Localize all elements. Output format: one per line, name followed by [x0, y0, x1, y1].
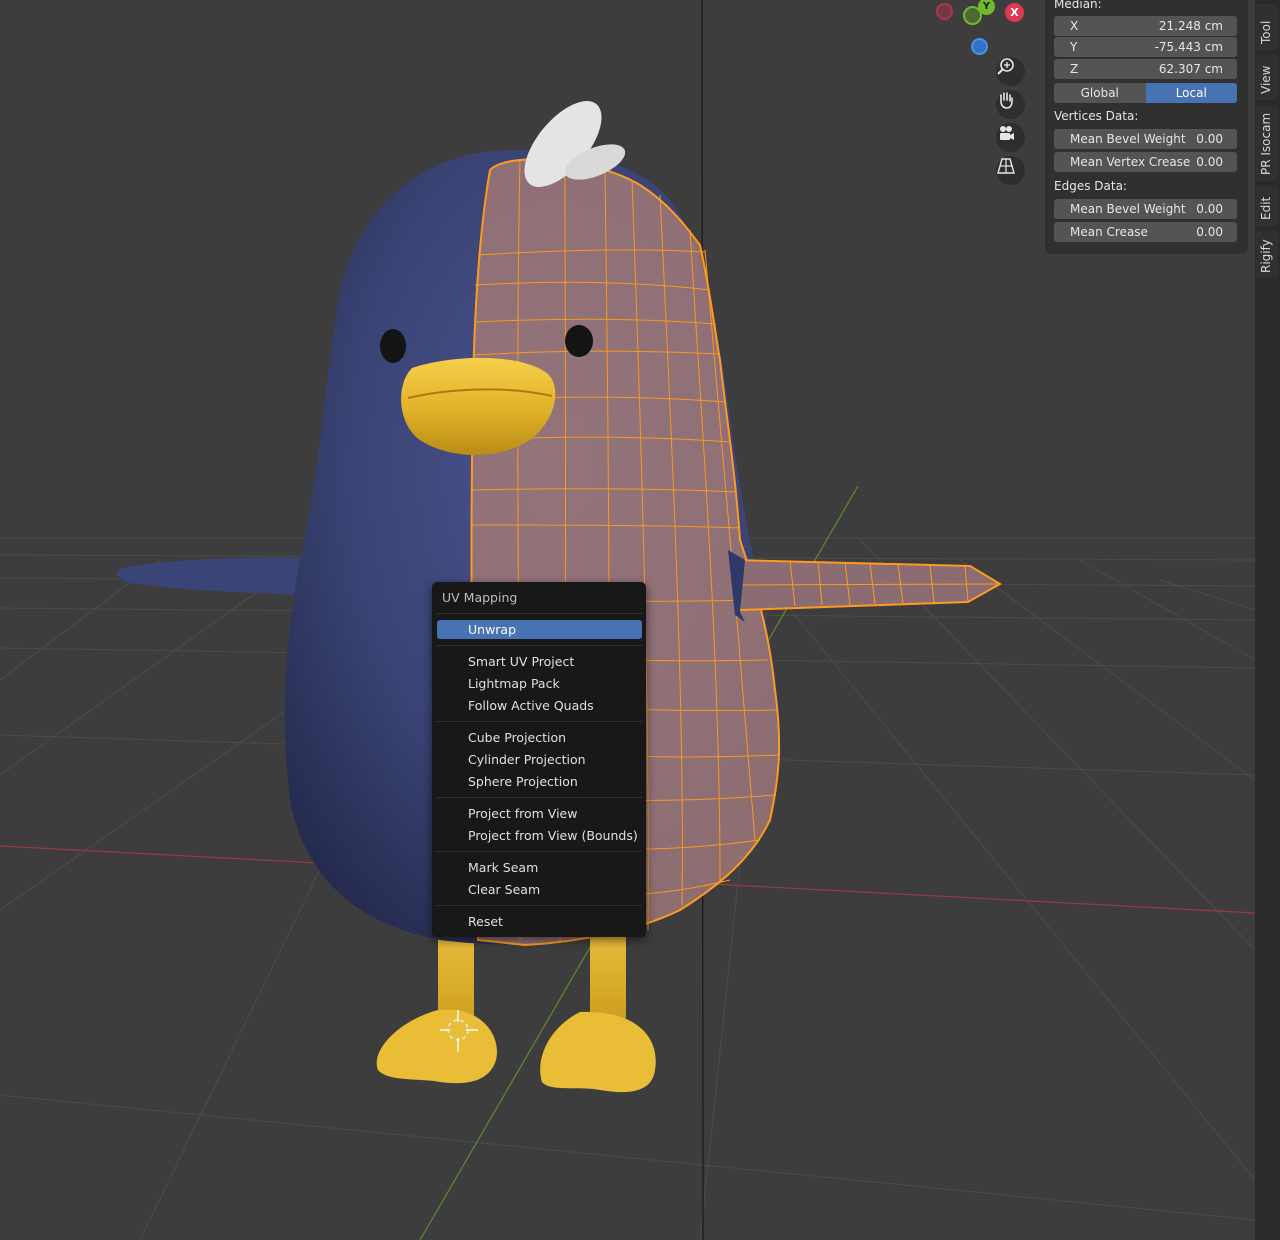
pan-button[interactable]	[996, 90, 1025, 119]
edge-crease-field[interactable]: Mean Crease 0.00	[1054, 222, 1237, 242]
tab-tool[interactable]: Tool	[1256, 4, 1278, 50]
vertex-crease-field[interactable]: Mean Vertex Crease 0.00	[1054, 152, 1237, 172]
space-toggle: Global Local	[1054, 83, 1237, 103]
tab-edit-label: Edit	[1259, 196, 1273, 220]
right-wing-mesh	[728, 550, 1002, 622]
menu-divider	[436, 797, 642, 798]
tab-edit[interactable]: Edit	[1256, 186, 1278, 226]
zoom-icon	[997, 58, 1014, 75]
menu-item-reset[interactable]: Reset	[437, 912, 642, 931]
median-x-value: 21.248 cm	[1158, 19, 1223, 33]
uv-mapping-menu: UV Mapping Unwrap Smart UV Project Light…	[432, 582, 646, 937]
median-z-value: 62.307 cm	[1158, 62, 1223, 76]
vertices-data-heading: Vertices Data:	[1054, 109, 1139, 123]
gizmo-z-axis[interactable]	[971, 38, 988, 55]
median-y-value: -75.443 cm	[1154, 40, 1223, 54]
edge-crease-label: Mean Crease	[1070, 225, 1148, 239]
edge-crease-value: 0.00	[1196, 225, 1223, 239]
edges-data-heading: Edges Data:	[1054, 179, 1127, 193]
gizmo-x-axis[interactable]: X	[1005, 3, 1024, 22]
tab-view[interactable]: View	[1256, 55, 1278, 100]
tab-view-label: View	[1259, 65, 1273, 94]
menu-item-smart-uv-project[interactable]: Smart UV Project	[437, 652, 642, 671]
vertex-bevel-weight-field[interactable]: Mean Bevel Weight 0.00	[1054, 129, 1237, 149]
menu-divider	[436, 851, 642, 852]
median-x-label: X	[1070, 19, 1079, 33]
tab-tool-label: Tool	[1259, 20, 1273, 44]
tab-rigify[interactable]: Rigify	[1256, 231, 1278, 279]
median-y-field[interactable]: Y -75.443 cm	[1054, 37, 1237, 57]
penguin-left-wing	[116, 557, 313, 596]
penguin-eye-right	[565, 325, 593, 357]
vertex-bevel-weight-value: 0.00	[1196, 132, 1223, 146]
perspective-toggle-button[interactable]	[996, 156, 1025, 185]
menu-divider	[436, 905, 642, 906]
tab-pr-isocam[interactable]: PR Isocam	[1256, 105, 1278, 181]
tab-pr-isocam-label: PR Isocam	[1259, 112, 1273, 175]
menu-divider	[436, 721, 642, 722]
menu-divider	[436, 613, 642, 614]
hand-pan-icon	[1000, 92, 1013, 109]
median-heading: Median:	[1054, 0, 1102, 11]
menu-item-follow-active-quads[interactable]: Follow Active Quads	[437, 696, 642, 715]
median-x-field[interactable]: X 21.248 cm	[1054, 16, 1237, 36]
camera-view-button[interactable]	[996, 123, 1025, 152]
penguin-eye-left	[380, 329, 406, 363]
menu-item-cube-projection[interactable]: Cube Projection	[437, 728, 642, 747]
zoom-button[interactable]	[996, 57, 1025, 86]
menu-item-lightmap-pack[interactable]: Lightmap Pack	[437, 674, 642, 693]
sidebar-tabs: Tool View PR Isocam Edit Rigify	[1255, 0, 1280, 1240]
global-toggle-button[interactable]: Global	[1054, 83, 1146, 103]
tab-rigify-label: Rigify	[1259, 239, 1273, 273]
menu-title: UV Mapping	[442, 590, 518, 605]
menu-divider	[436, 645, 642, 646]
menu-item-unwrap[interactable]: Unwrap	[437, 620, 642, 639]
median-z-label: Z	[1070, 62, 1079, 76]
vertex-bevel-weight-label: Mean Bevel Weight	[1070, 132, 1186, 146]
menu-item-project-from-view[interactable]: Project from View	[437, 804, 642, 823]
menu-item-clear-seam[interactable]: Clear Seam	[437, 880, 642, 899]
gizmo-neg-x-icon[interactable]	[936, 3, 953, 20]
median-z-field[interactable]: Z 62.307 cm	[1054, 59, 1237, 79]
menu-item-project-from-view-bounds[interactable]: Project from View (Bounds)	[437, 826, 642, 845]
menu-item-mark-seam[interactable]: Mark Seam	[437, 858, 642, 877]
menu-item-sphere-projection[interactable]: Sphere Projection	[437, 772, 642, 791]
edge-bevel-weight-value: 0.00	[1196, 202, 1223, 216]
menu-item-cylinder-projection[interactable]: Cylinder Projection	[437, 750, 642, 769]
edge-bevel-weight-field[interactable]: Mean Bevel Weight 0.00	[1054, 199, 1237, 219]
local-toggle-button[interactable]: Local	[1145, 83, 1237, 103]
transform-panel: Median: X 21.248 cm Y -75.443 cm Z 62.30…	[1045, 0, 1248, 254]
vertex-crease-label: Mean Vertex Crease	[1070, 155, 1191, 169]
camera-icon	[1000, 126, 1014, 140]
edge-bevel-weight-label: Mean Bevel Weight	[1070, 202, 1186, 216]
median-y-label: Y	[1070, 40, 1078, 54]
vertex-crease-value: 0.00	[1196, 155, 1223, 169]
perspective-grid-icon	[997, 158, 1015, 174]
